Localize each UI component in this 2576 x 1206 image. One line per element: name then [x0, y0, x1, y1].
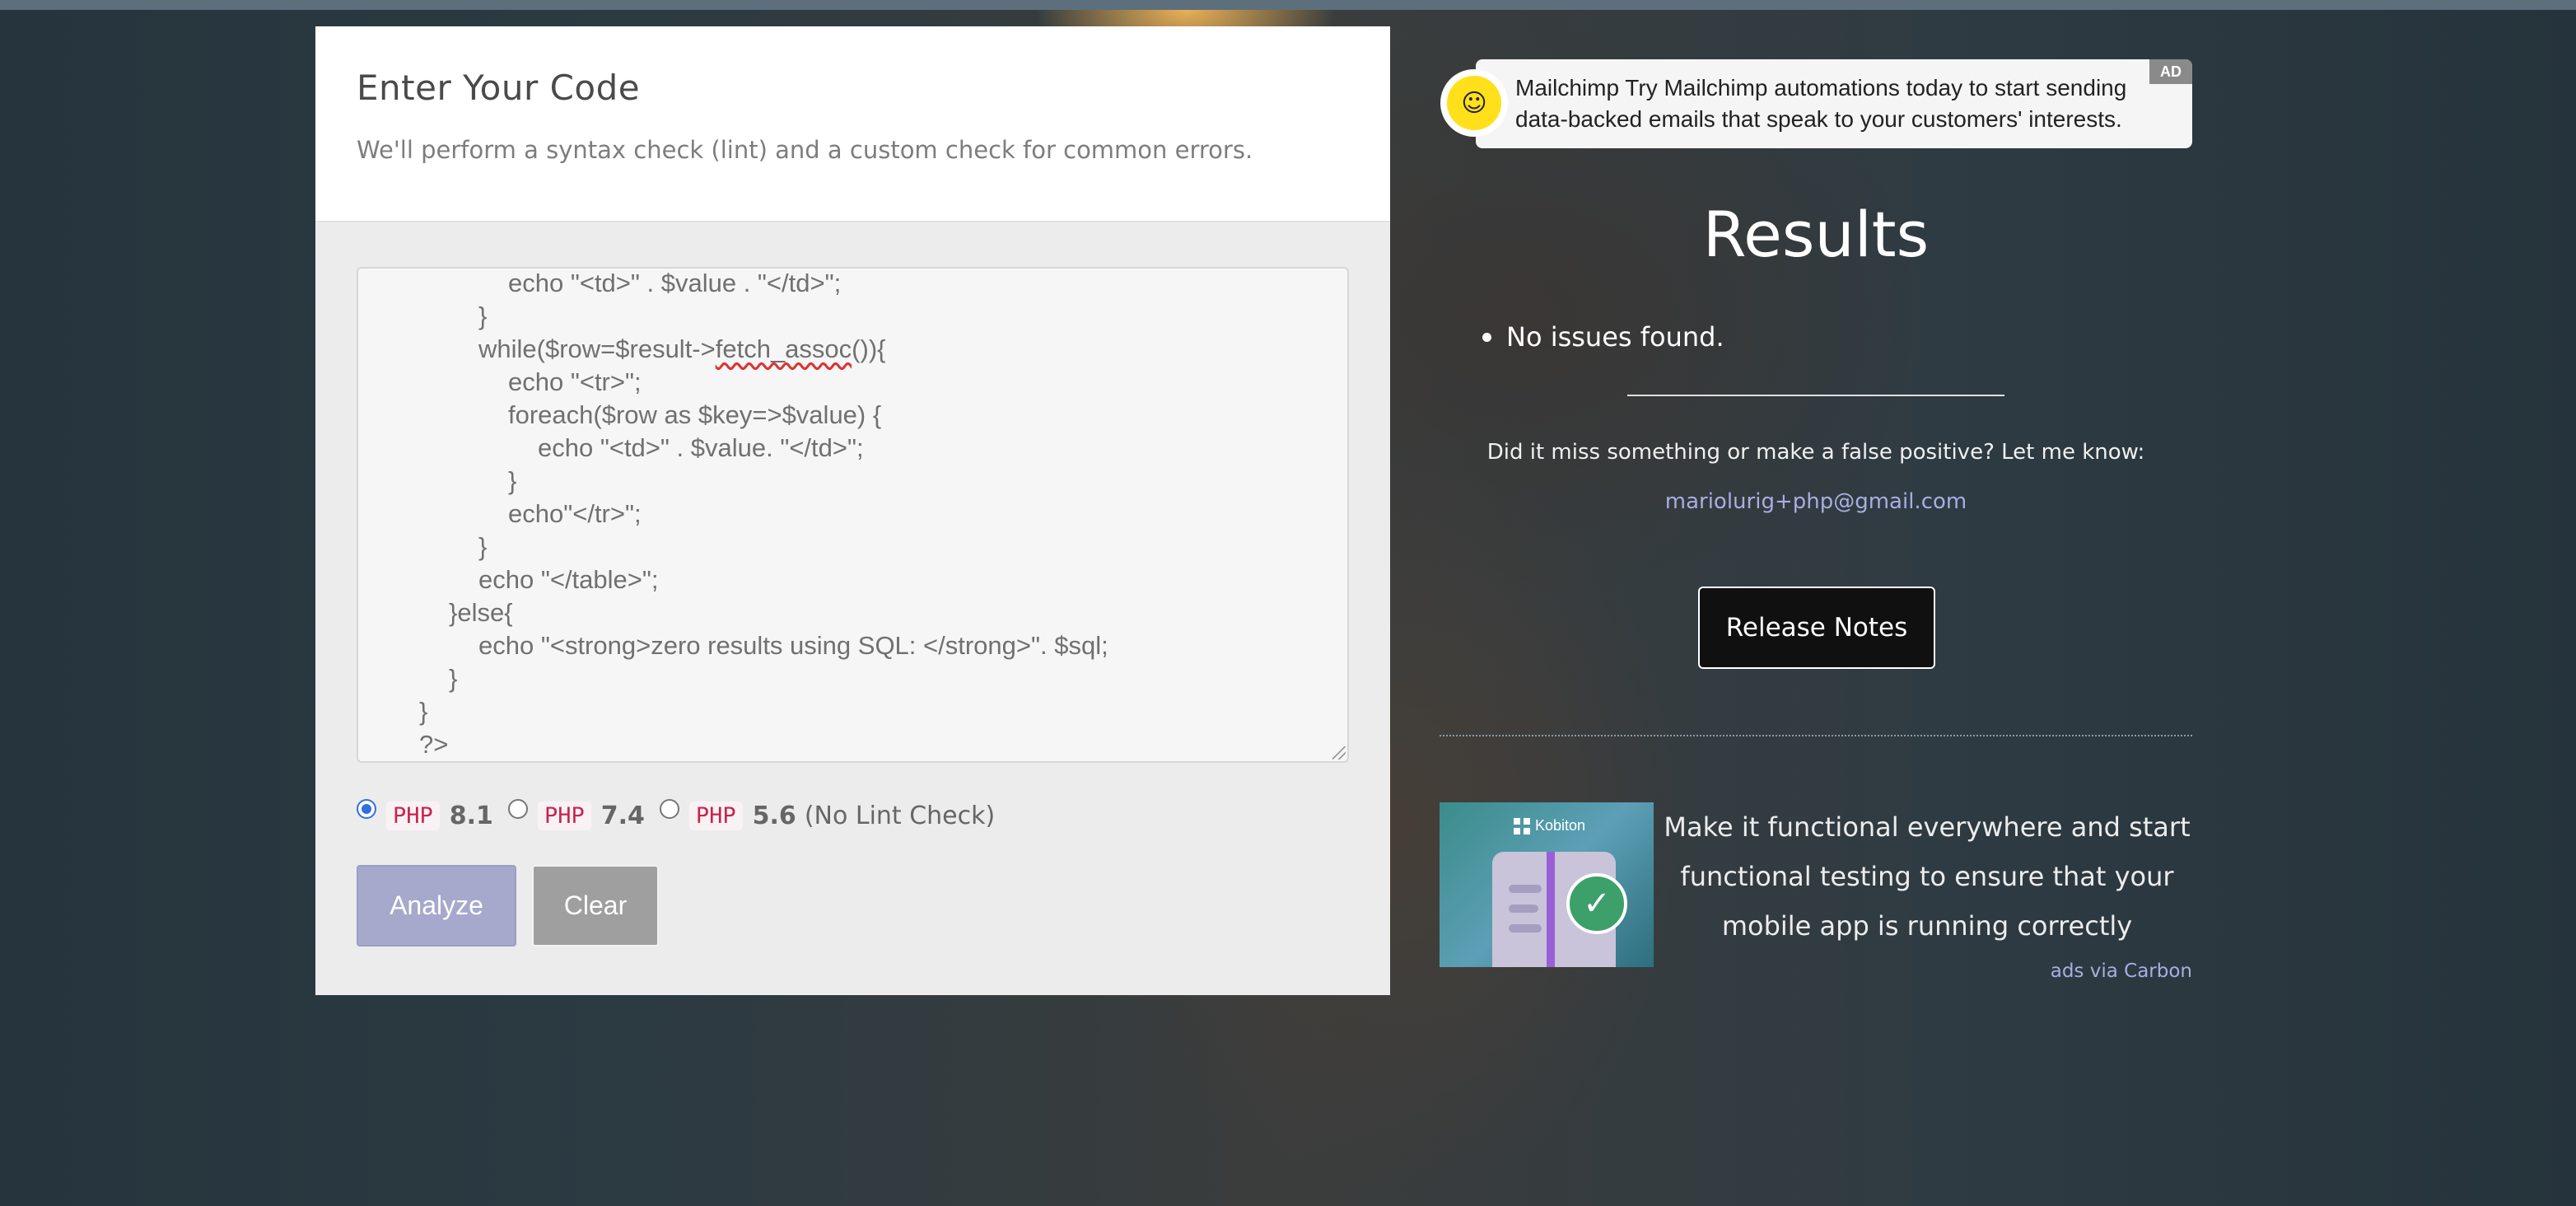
- carbon-brand: Kobiton: [1514, 817, 1586, 835]
- radio-php-56[interactable]: [659, 799, 679, 819]
- phone-line: [1509, 924, 1542, 933]
- radio-php-81[interactable]: [357, 799, 376, 819]
- phone-accent-bar: [1547, 852, 1555, 967]
- code-line: foreach($row as $key=>$value) {: [508, 400, 882, 429]
- kobiton-logo-icon: [1514, 818, 1530, 835]
- code-line: echo"</tr>";: [508, 499, 642, 528]
- php-badge: PHP: [537, 801, 591, 830]
- result-text: No issues found.: [1506, 321, 1724, 353]
- code-form-panel: Enter Your Code We'll perform a syntax c…: [315, 26, 1390, 995]
- resize-handle-icon[interactable]: [1332, 746, 1346, 760]
- feedback-text: Did it miss something or make a false po…: [1486, 440, 2145, 465]
- code-line: echo "<strong>zero results using SQL: </…: [478, 631, 1108, 660]
- dotted-divider: [1440, 735, 2192, 736]
- phone-line: [1509, 885, 1542, 893]
- carbon-ad-text[interactable]: Make it functional everywhere and start …: [1662, 802, 2192, 951]
- php-badge: PHP: [386, 801, 440, 830]
- code-line: }else{: [449, 598, 513, 627]
- mailchimp-logo-icon[interactable]: ☺: [1447, 76, 1501, 130]
- code-line: while($row=$result->fetch_assoc()){: [478, 334, 886, 364]
- spellcheck-underline: fetch_assoc: [715, 334, 852, 363]
- panel-header: Enter Your Code We'll perform a syntax c…: [315, 26, 1390, 222]
- ad-badge: AD: [2149, 59, 2192, 84]
- code-textarea[interactable]: echo "<td>" . $value . "</td>"; } while(…: [357, 267, 1349, 763]
- radio-php-74[interactable]: [507, 799, 528, 819]
- version-note: (No Lint Check): [804, 801, 996, 830]
- code-line: }: [508, 466, 517, 495]
- ads-via-carbon-link[interactable]: ads via Carbon: [2028, 961, 2192, 982]
- top-strip: [0, 0, 2576, 10]
- code-fragment: while($row=$result->: [478, 334, 716, 363]
- results-title: Results: [1702, 198, 1930, 271]
- code-line: echo "<tr>";: [508, 367, 642, 396]
- divider: [1627, 395, 2004, 396]
- email-link[interactable]: mariolurig+php@gmail.com: [1440, 489, 2192, 514]
- version-label: 8.1: [449, 801, 493, 830]
- analyze-button[interactable]: Analyze: [357, 865, 516, 947]
- phone-line: [1509, 904, 1538, 913]
- php-version-selector: PHP 8.1 PHP 7.4 PHP 5.6 (No Lint Check): [357, 797, 995, 834]
- php-badge: PHP: [688, 801, 743, 830]
- page-title: Enter Your Code: [357, 68, 641, 108]
- code-line: ?>: [419, 730, 449, 759]
- code-line: }: [449, 664, 458, 693]
- result-item: No issues found.: [1482, 321, 1724, 353]
- version-label: 7.4: [600, 801, 645, 830]
- code-line: }: [419, 697, 428, 726]
- ad-text[interactable]: Mailchimp Try Mailchimp automations toda…: [1515, 72, 2166, 135]
- brand-name: Kobiton: [1535, 817, 1586, 834]
- release-notes-button[interactable]: Release Notes: [1698, 587, 1935, 669]
- carbon-ad-image[interactable]: ✓ Kobiton: [1440, 802, 1654, 967]
- check-icon: ✓: [1566, 873, 1627, 934]
- code-line: }: [478, 532, 488, 561]
- code-line: echo "<td>" . $value . "</td>";: [508, 269, 842, 297]
- clear-button[interactable]: Clear: [532, 865, 659, 947]
- code-line: echo "<td>" . $value. "</td>";: [538, 433, 864, 462]
- page-subtitle: We'll perform a syntax check (lint) and …: [357, 136, 1253, 164]
- code-fragment: ()){: [852, 334, 886, 363]
- code-line: echo "</table>";: [478, 565, 659, 594]
- bullet-icon: [1482, 333, 1491, 342]
- code-line: }: [478, 302, 488, 330]
- version-label: 5.6: [752, 801, 796, 830]
